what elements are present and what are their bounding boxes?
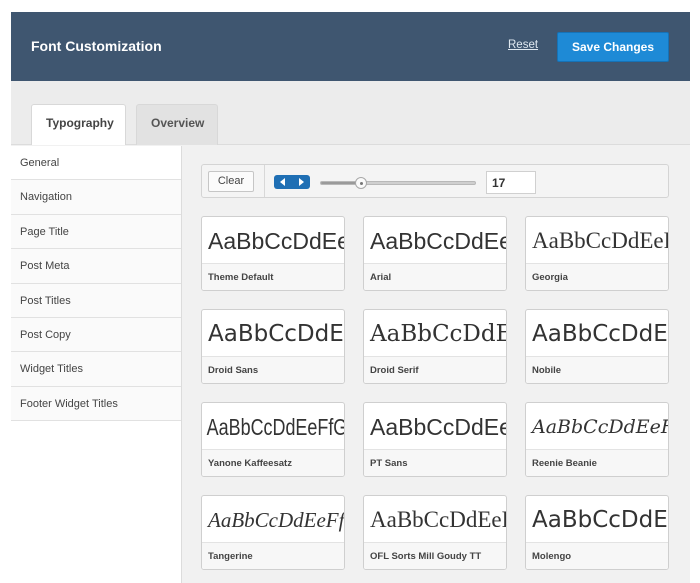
font-name: PT Sans <box>364 449 506 476</box>
sidebar-item-navigation[interactable]: Navigation <box>11 180 181 215</box>
font-card-arial[interactable]: AaBbCcDdEeFfGg Arial <box>363 216 507 291</box>
font-preview: AaBbCcDdEeFfGg <box>370 507 506 532</box>
sidebar-item-post-titles[interactable]: Post Titles <box>11 283 181 318</box>
font-preview: AaBbCcDdEeFfGg <box>532 321 668 347</box>
font-name: Droid Serif <box>364 356 506 383</box>
sidebar-item-page-title[interactable]: Page Title <box>11 214 181 250</box>
font-name: Reenie Beanie <box>526 449 668 476</box>
main-content: Clear AaBbCcDdEeFfGg Theme Default <box>182 146 690 583</box>
triangle-left-icon <box>280 178 285 186</box>
font-name: Theme Default <box>202 263 344 290</box>
sidebar-item-post-copy[interactable]: Post Copy <box>11 317 181 353</box>
tab-typography[interactable]: Typography <box>31 104 126 145</box>
slider-handle[interactable] <box>355 177 368 189</box>
tab-bar: Typography Overview <box>11 81 690 145</box>
size-step-buttons <box>274 175 310 189</box>
font-name: Arial <box>364 263 506 290</box>
decrease-size-button[interactable] <box>274 175 292 189</box>
sidebar-item-general[interactable]: General <box>11 146 181 181</box>
font-customization-panel: Font Customization Reset Save Changes Ty… <box>11 12 690 583</box>
font-preview: AaBbCcDdEeFfGg <box>208 508 345 532</box>
font-card-georgia[interactable]: AaBbCcDdEeFfGg Georgia <box>525 216 669 291</box>
font-preview: AaBbCcDdEeFfGg <box>206 414 345 440</box>
reset-link[interactable]: Reset <box>508 39 538 51</box>
font-name: OFL Sorts Mill Goudy TT <box>364 542 506 569</box>
font-size-toolbar: Clear <box>201 164 669 198</box>
font-size-slider[interactable] <box>320 177 476 189</box>
page-title: Font Customization <box>31 38 162 54</box>
font-preview: AaBbCcDdEeFfGg <box>370 414 506 440</box>
font-name: Droid Sans <box>202 356 344 383</box>
sidebar-item-post-meta[interactable]: Post Meta <box>11 249 181 284</box>
increase-size-button[interactable] <box>292 175 310 189</box>
font-preview: AaBbCcDdEeFfGg <box>532 228 668 253</box>
header-bar: Font Customization Reset Save Changes <box>11 12 690 81</box>
font-preview: AaBbCcDdEeFfGg <box>208 228 344 254</box>
font-card-pt-sans[interactable]: AaBbCcDdEeFfGg PT Sans <box>363 402 507 477</box>
font-preview: AaBbCcDdEeFfGg <box>370 321 506 347</box>
sidebar-item-widget-titles[interactable]: Widget Titles <box>11 352 181 387</box>
font-card-tangerine[interactable]: AaBbCcDdEeFfGg Tangerine <box>201 495 345 570</box>
font-name: Tangerine <box>202 542 344 569</box>
font-name: Nobile <box>526 356 668 383</box>
font-card-molengo[interactable]: AaBbCcDdEeFfGg Molengo <box>525 495 669 570</box>
font-preview: AaBbCcDdEeFfGg <box>208 321 344 347</box>
triangle-right-icon <box>299 178 304 186</box>
tab-overview[interactable]: Overview <box>136 104 218 145</box>
font-preview: AaBbCcDdEeFfGg <box>370 228 506 254</box>
font-card-droid-sans[interactable]: AaBbCcDdEeFfGg Droid Sans <box>201 309 345 384</box>
sidebar-item-footer-widget-titles[interactable]: Footer Widget Titles <box>11 386 181 422</box>
font-size-input[interactable] <box>486 171 536 194</box>
font-card-theme-default[interactable]: AaBbCcDdEeFfGg Theme Default <box>201 216 345 291</box>
clear-button[interactable]: Clear <box>208 171 254 192</box>
toolbar-divider <box>264 165 265 197</box>
font-name: Yanone Kaffeesatz <box>202 449 344 476</box>
save-changes-button[interactable]: Save Changes <box>557 32 669 62</box>
font-card-droid-serif[interactable]: AaBbCcDdEeFfGg Droid Serif <box>363 309 507 384</box>
font-preview: AaBbCcDdEeFfGg <box>532 416 668 438</box>
font-preview: AaBbCcDdEeFfGg <box>532 507 668 533</box>
font-card-nobile[interactable]: AaBbCcDdEeFfGg Nobile <box>525 309 669 384</box>
font-card-reenie-beanie[interactable]: AaBbCcDdEeFfGg Reenie Beanie <box>525 402 669 477</box>
font-card-ofl-sorts-mill-goudy-tt[interactable]: AaBbCcDdEeFfGg OFL Sorts Mill Goudy TT <box>363 495 507 570</box>
font-name: Molengo <box>526 542 668 569</box>
font-name: Georgia <box>526 263 668 290</box>
font-card-yanone-kaffeesatz[interactable]: AaBbCcDdEeFfGg Yanone Kaffeesatz <box>201 402 345 477</box>
sidebar: General Navigation Page Title Post Meta … <box>11 146 182 583</box>
